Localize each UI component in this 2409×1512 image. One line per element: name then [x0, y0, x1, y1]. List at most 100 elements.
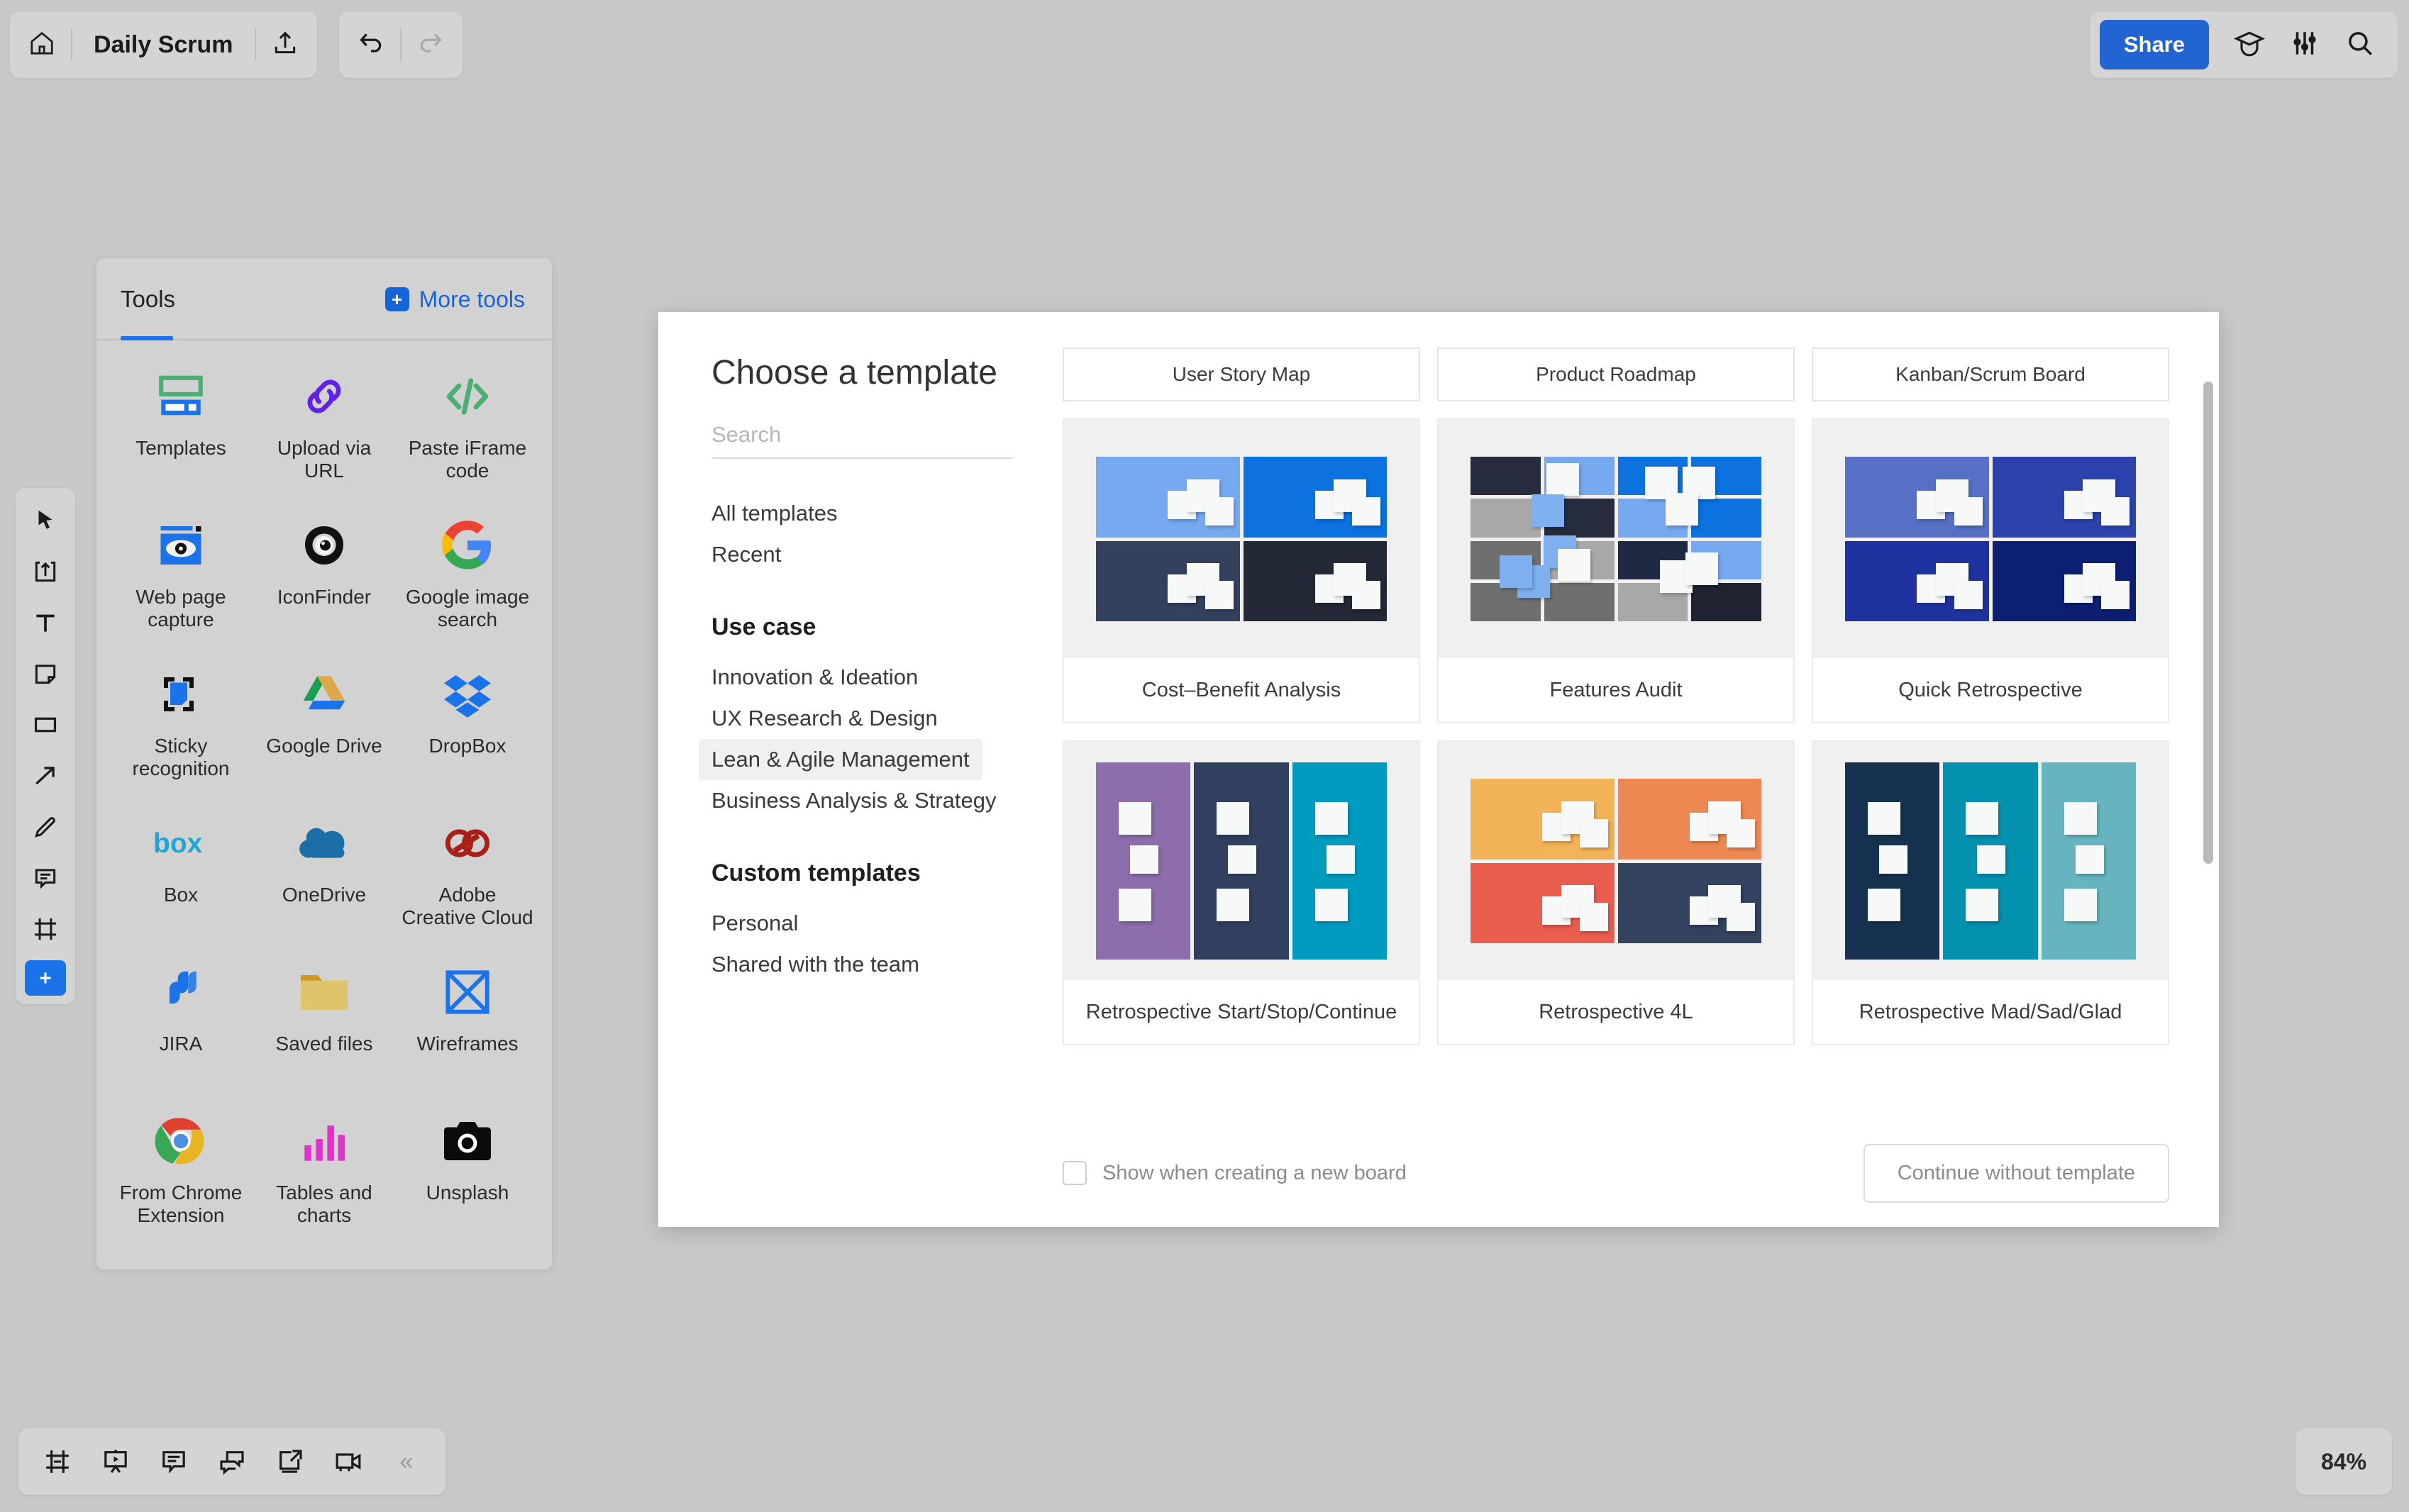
divider — [254, 28, 256, 61]
tool-web-page-capture[interactable]: Web page capture — [109, 506, 253, 655]
cursor-select-tool[interactable] — [21, 496, 70, 545]
sidebar-item-all-templates[interactable]: All templates — [699, 493, 850, 534]
template-card-label: Quick Retrospective — [1898, 678, 2083, 701]
comments-panel-button[interactable] — [148, 1435, 200, 1488]
template-card-retrospective-start-stop-continue[interactable]: Retrospective Start/Stop/Continue — [1063, 740, 1420, 1045]
template-scroll-area[interactable]: User Story Map Product Roadmap Kanban/Sc… — [1027, 312, 2219, 1119]
custom-templates-list: Personal Shared with the team — [711, 903, 1027, 985]
sticky — [1500, 555, 1532, 589]
comment-tool[interactable] — [21, 854, 70, 902]
template-row: Cost–Benefit Analysis Features Audit Qui… — [1063, 418, 2169, 723]
tool-wireframes[interactable]: Wireframes — [396, 953, 539, 1102]
tool-templates[interactable]: Templates — [109, 357, 253, 506]
template-card-kanban-scrum-board[interactable]: Kanban/Scrum Board — [1812, 348, 2169, 401]
use-case-heading: Use case — [711, 613, 816, 640]
wireframes-icon — [437, 962, 498, 1023]
redo-icon — [417, 30, 444, 60]
tool-google-drive[interactable]: Google Drive — [253, 655, 396, 804]
tool-label: Saved files — [275, 1033, 373, 1055]
template-card-product-roadmap[interactable]: Product Roadmap — [1437, 348, 1795, 401]
more-tools-button[interactable]: + More tools — [384, 287, 525, 313]
shape-rectangle-tool[interactable] — [21, 701, 70, 749]
template-card-quick-retrospective[interactable]: Quick Retrospective — [1812, 418, 2169, 723]
tool-label: Adobe Creative Cloud — [402, 884, 533, 929]
tool-sticky-recognition[interactable]: Sticky recognition — [109, 655, 253, 804]
mini-board — [1096, 457, 1387, 621]
tool-label: Google Drive — [266, 735, 382, 757]
text-tool[interactable] — [21, 599, 70, 647]
onedrive-cloud-icon — [294, 813, 355, 874]
export-button[interactable] — [259, 18, 311, 71]
template-card-retrospective-mad-sad-glad[interactable]: Retrospective Mad/Sad/Glad — [1812, 740, 2169, 1045]
tool-adobe-creative-cloud[interactable]: Adobe Creative Cloud — [396, 804, 539, 953]
pen-draw-tool[interactable] — [21, 803, 70, 851]
sidebar-item-business-analysis-strategy[interactable]: Business Analysis & Strategy — [699, 780, 1009, 821]
template-card-retrospective-4l[interactable]: Retrospective 4L — [1437, 740, 1795, 1045]
template-card-cost-benefit-analysis[interactable]: Cost–Benefit Analysis — [1063, 418, 1420, 723]
presentation-mode-icon — [104, 1450, 127, 1473]
sidebar-item-ux-research-design[interactable]: UX Research & Design — [699, 698, 951, 739]
use-case-list: Innovation & Ideation UX Research & Desi… — [699, 657, 1027, 821]
screen-share-icon — [279, 1450, 302, 1473]
tool-dropbox[interactable]: DropBox — [396, 655, 539, 804]
gallery-scrollbar[interactable] — [2203, 382, 2213, 864]
video-call-button[interactable] — [322, 1435, 375, 1488]
sidebar-item-shared-with-the-team[interactable]: Shared with the team — [699, 944, 932, 985]
template-card-user-story-map[interactable]: User Story Map — [1063, 348, 1420, 401]
share-button[interactable]: Share — [2099, 20, 2209, 70]
tool-tables-and-charts[interactable]: Tables and charts — [253, 1102, 396, 1251]
tool-label: Tables and charts — [276, 1182, 372, 1227]
sidebar-item-lean-agile-management[interactable]: Lean & Agile Management — [699, 739, 982, 780]
tool-google-image-search[interactable]: Google image search — [396, 506, 539, 655]
tool-unsplash[interactable]: Unsplash — [396, 1102, 539, 1251]
tool-saved-files[interactable]: Saved files — [253, 953, 396, 1102]
sticky-note-tool[interactable] — [21, 650, 70, 698]
quadrant — [1243, 540, 1387, 621]
upload-tool[interactable] — [21, 547, 70, 596]
sidebar-item-innovation-ideation[interactable]: Innovation & Ideation — [699, 657, 931, 698]
tool-paste-iframe[interactable]: Paste iFrame code — [396, 357, 539, 506]
template-card-label: Retrospective Mad/Sad/Glad — [1859, 1000, 2122, 1023]
tool-chrome-extension[interactable]: From Chrome Extension — [109, 1102, 253, 1251]
chrome-icon — [150, 1111, 211, 1172]
google-g-icon — [437, 515, 498, 576]
tool-jira[interactable]: JIRA — [109, 953, 253, 1102]
creation-toolbar — [16, 488, 75, 1004]
learning-center-button[interactable] — [2222, 17, 2277, 72]
tool-onedrive[interactable]: OneDrive — [253, 804, 396, 953]
frame-tool[interactable] — [21, 905, 70, 953]
tab-tools[interactable]: Tools — [121, 286, 175, 313]
search-input[interactable] — [711, 422, 1013, 448]
sidebar-item-recent[interactable]: Recent — [699, 534, 794, 575]
home-button[interactable] — [16, 18, 68, 71]
home-icon — [28, 30, 55, 60]
board-title[interactable]: Daily Scrum — [75, 31, 252, 59]
undo-button[interactable] — [345, 18, 397, 71]
tool-label: OneDrive — [282, 884, 367, 906]
tools-panel: Tools + More tools Templates Upload via … — [96, 258, 552, 1269]
quadrant — [1617, 862, 1761, 943]
template-card-features-audit[interactable]: Features Audit — [1437, 418, 1795, 723]
checkbox[interactable] — [1063, 1161, 1087, 1185]
chat-button[interactable] — [206, 1435, 258, 1488]
bar-chart-icon — [294, 1111, 355, 1172]
tool-box[interactable]: box Box — [109, 804, 253, 953]
tool-upload-via-url[interactable]: Upload via URL — [253, 357, 396, 506]
settings-button[interactable] — [2277, 17, 2332, 72]
tool-label: Google image search — [405, 586, 530, 631]
collapse-toolbar-button[interactable]: « — [380, 1435, 433, 1488]
redo-button[interactable] — [404, 18, 457, 71]
continue-without-template-button[interactable]: Continue without template — [1863, 1143, 2169, 1203]
sidebar-item-personal[interactable]: Personal — [699, 903, 811, 944]
frames-panel-button[interactable] — [31, 1435, 84, 1488]
zoom-level-indicator[interactable]: 84% — [2296, 1428, 2392, 1495]
show-on-new-board-toggle[interactable]: Show when creating a new board — [1063, 1161, 1407, 1185]
add-more-tools-button[interactable] — [25, 960, 66, 996]
screen-share-button[interactable] — [264, 1435, 316, 1488]
arrow-connector-tool[interactable] — [21, 752, 70, 800]
upload-icon — [35, 561, 56, 582]
text-icon — [36, 614, 55, 632]
tool-iconfinder[interactable]: IconFinder — [253, 506, 396, 655]
presentation-mode-button[interactable] — [89, 1435, 142, 1488]
search-button[interactable] — [2332, 17, 2388, 72]
